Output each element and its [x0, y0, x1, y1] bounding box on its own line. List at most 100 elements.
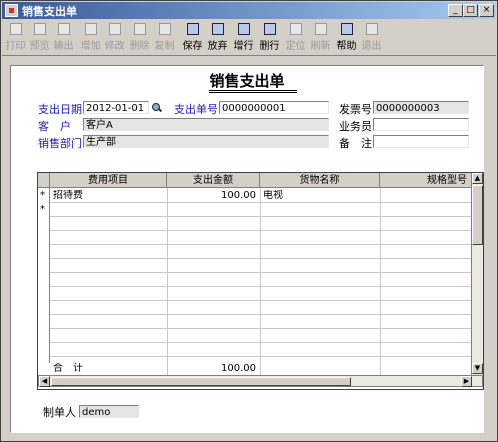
app-window: 销售支出单 _ □ × 打印 预览 输出 增加 修改 删除 复制 保存 放弃 增… [0, 0, 498, 442]
add-button[interactable]: 增加 [79, 22, 102, 53]
maximize-button[interactable]: □ [463, 4, 478, 17]
vertical-scrollbar[interactable]: ▲ ▼ [471, 173, 483, 375]
toolbar: 打印 预览 输出 增加 修改 删除 复制 保存 放弃 增行 删行 定位 刷新 帮… [2, 20, 496, 56]
dept-field[interactable]: 生产部 [83, 135, 329, 148]
cell-spec[interactable] [383, 204, 463, 216]
title-bar[interactable]: 销售支出单 _ □ × [2, 2, 496, 19]
col-header-amount[interactable]: 支出金额 [167, 173, 260, 188]
total-label: 合 计 [53, 363, 83, 374]
scroll-down-icon[interactable]: ▼ [472, 363, 483, 374]
row-line [50, 356, 472, 357]
expense-no-field[interactable]: 0000000001 [219, 101, 329, 114]
salesman-field[interactable] [373, 118, 469, 131]
undo-label: 放弃 [207, 41, 228, 52]
preview-button[interactable]: 预览 [28, 22, 51, 53]
minimize-button[interactable]: _ [448, 4, 463, 17]
horizontal-scrollbar[interactable]: ◀ ▶ [38, 375, 483, 387]
cell-goods[interactable] [263, 204, 375, 216]
delete-row-icon [263, 23, 276, 35]
title-underline [209, 90, 297, 91]
add-label: 增加 [80, 41, 101, 52]
delete-icon [133, 23, 146, 35]
app-icon [5, 4, 18, 17]
scroll-left-icon[interactable]: ◀ [39, 376, 50, 387]
date-label: 支出日期 [38, 103, 82, 116]
save-label: 保存 [182, 41, 203, 52]
exit-button[interactable]: 退出 [360, 22, 383, 53]
undo-icon [211, 23, 224, 35]
window-title: 销售支出单 [22, 5, 77, 18]
delete-row-button[interactable]: 删行 [258, 22, 281, 53]
note-label: 备 注 [339, 137, 372, 150]
copy-icon [158, 23, 171, 35]
refresh-label: 刷新 [310, 41, 331, 52]
row-line [50, 314, 472, 315]
total-amount: 100.00 [221, 363, 256, 374]
cell-spec[interactable] [383, 190, 463, 202]
invoice-field[interactable]: 0000000003 [373, 101, 469, 114]
row-marker: * [40, 204, 45, 215]
export-label: 输出 [53, 41, 74, 52]
vertical-scroll-thumb[interactable] [472, 185, 483, 245]
help-label: 帮助 [336, 41, 357, 52]
row-line [50, 258, 472, 259]
insert-row-icon [237, 23, 250, 35]
date-lookup-icon[interactable] [151, 102, 162, 113]
document-title: 销售支出单 [209, 72, 285, 90]
detail-grid[interactable]: 费用项目 支出金额 货物名称 规格型号 * 招待费 100.00 电视 * 合 … [37, 172, 484, 390]
edit-button[interactable]: 修改 [103, 22, 126, 53]
row-line [50, 202, 472, 203]
title-underline-2 [209, 92, 297, 93]
preview-label: 预览 [29, 41, 50, 52]
expense-no-label: 支出单号 [174, 103, 218, 116]
edit-icon [108, 23, 121, 35]
maker-label: 制单人 [43, 406, 76, 419]
copy-button[interactable]: 复制 [153, 22, 176, 53]
locate-label: 定位 [285, 41, 306, 52]
customer-field[interactable]: 客户A [83, 118, 329, 131]
col-header-spec[interactable]: 规格型号 [380, 173, 472, 188]
scroll-up-icon[interactable]: ▲ [472, 173, 483, 184]
export-icon [57, 23, 70, 35]
copy-label: 复制 [154, 41, 175, 52]
insert-row-label: 增行 [233, 41, 254, 52]
save-icon [186, 23, 199, 35]
col-header-item[interactable]: 费用项目 [50, 173, 167, 188]
note-field[interactable] [373, 135, 469, 148]
locate-button[interactable]: 定位 [284, 22, 307, 53]
exit-label: 退出 [361, 41, 382, 52]
help-button[interactable]: 帮助 [335, 22, 358, 53]
preview-icon [33, 23, 46, 35]
add-icon [84, 23, 97, 35]
close-button[interactable]: × [479, 4, 494, 17]
refresh-button[interactable]: 刷新 [309, 22, 332, 53]
delete-label: 删除 [129, 41, 150, 52]
printer-icon [9, 23, 22, 35]
salesman-label: 业务员 [339, 120, 372, 133]
row-line [50, 230, 472, 231]
row-line [50, 300, 472, 301]
cell-amount[interactable]: 100.00 [170, 190, 256, 202]
undo-button[interactable]: 放弃 [206, 22, 229, 53]
row-line [50, 244, 472, 245]
print-label: 打印 [5, 41, 26, 52]
row-line [50, 216, 472, 217]
scroll-right-icon[interactable]: ▶ [461, 376, 472, 387]
cell-item[interactable]: 招待费 [53, 190, 163, 202]
save-button[interactable]: 保存 [181, 22, 204, 53]
date-field[interactable]: 2012-01-01 [83, 101, 149, 114]
horizontal-scroll-thumb[interactable] [51, 377, 351, 386]
col-header-goods[interactable]: 货物名称 [260, 173, 380, 188]
refresh-icon [314, 23, 327, 35]
cell-item[interactable] [53, 204, 163, 216]
delete-button[interactable]: 删除 [128, 22, 151, 53]
insert-row-button[interactable]: 增行 [232, 22, 255, 53]
row-line [50, 272, 472, 273]
row-line [50, 342, 472, 343]
edit-label: 修改 [104, 41, 125, 52]
cell-amount[interactable] [170, 204, 256, 216]
cell-goods[interactable]: 电视 [263, 190, 375, 202]
print-button[interactable]: 打印 [4, 22, 27, 53]
export-button[interactable]: 输出 [52, 22, 75, 53]
exit-icon [365, 23, 378, 35]
